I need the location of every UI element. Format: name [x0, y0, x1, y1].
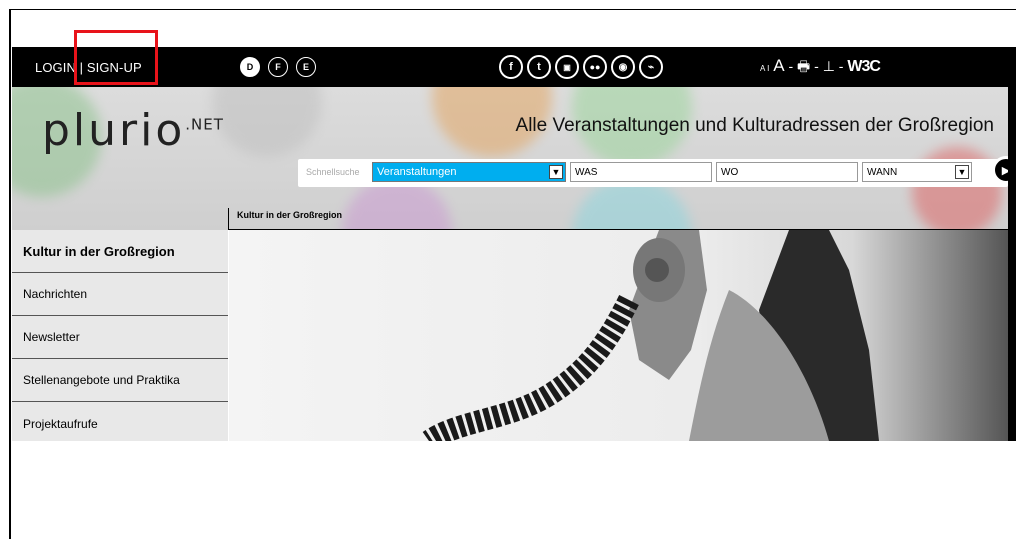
lang-de-button[interactable]: D — [240, 57, 260, 77]
separator: - — [788, 58, 794, 74]
wo-input[interactable]: WO — [716, 162, 858, 182]
search-label: Schnellsuche — [306, 167, 360, 177]
was-input[interactable]: WAS — [570, 162, 712, 182]
rss-icon[interactable]: ⌁ — [639, 55, 663, 79]
sidebar-item-newsletter[interactable]: Newsletter — [12, 316, 228, 359]
sidebar-nav: Kultur in der Großregion Nachrichten New… — [12, 230, 228, 441]
quick-search-bar: Schnellsuche Veranstaltungen ▼ WAS WO WA… — [298, 159, 1008, 187]
sitemap-icon[interactable]: ⊥ — [823, 58, 835, 74]
separator: - — [814, 58, 819, 74]
lang-fr-button[interactable]: F — [268, 57, 288, 77]
sidebar-item-stellenangebote[interactable]: Stellenangebote und Praktika — [12, 359, 228, 402]
gasmask-photo-illustration — [422, 230, 879, 441]
facebook-icon[interactable]: f — [499, 55, 523, 79]
sidebar-item-kultur[interactable]: Kultur in der Großregion — [12, 230, 228, 273]
flickr-icon[interactable]: ●● — [583, 55, 607, 79]
youtube-icon[interactable]: ▣ — [555, 55, 579, 79]
divider — [228, 208, 229, 230]
sidebar-item-projektaufrufe[interactable]: Projektaufrufe — [12, 402, 228, 445]
sidebar-item-nachrichten[interactable]: Nachrichten — [12, 273, 228, 316]
separator: - — [838, 58, 844, 74]
font-large-button[interactable]: A — [773, 56, 784, 75]
top-bar: LOGIN | SIGN-UP D F E f t ▣ ●● ◉ ⌁ A I A… — [12, 47, 1016, 87]
print-icon[interactable]: 🖶 — [797, 58, 810, 74]
chevron-down-icon[interactable]: ▼ — [549, 165, 563, 179]
feature-photo[interactable] — [229, 230, 1008, 441]
highlight-box — [74, 30, 158, 85]
chevron-down-icon[interactable]: ▼ — [955, 165, 969, 179]
lang-en-button[interactable]: E — [296, 57, 316, 77]
tools-bar: A I A - 🖶 - ⊥ - W3C — [760, 56, 881, 80]
page-edge — [1008, 87, 1016, 441]
header-banner: plurio.NET Alle Veranstaltungen und Kult… — [12, 87, 1008, 230]
podcast-icon[interactable]: ◉ — [611, 55, 635, 79]
font-small-button[interactable]: A I — [760, 64, 769, 73]
search-type-select[interactable]: Veranstaltungen ▼ — [372, 162, 566, 182]
breadcrumb: Kultur in der Großregion — [237, 210, 342, 220]
page-tagline: Alle Veranstaltungen und Kulturadressen … — [515, 115, 994, 136]
twitter-icon[interactable]: t — [527, 55, 551, 79]
w3c-link[interactable]: W3C — [847, 58, 881, 75]
wann-select[interactable]: WANN ▼ — [862, 162, 972, 182]
plurio-logo[interactable]: plurio.NET — [42, 105, 224, 156]
